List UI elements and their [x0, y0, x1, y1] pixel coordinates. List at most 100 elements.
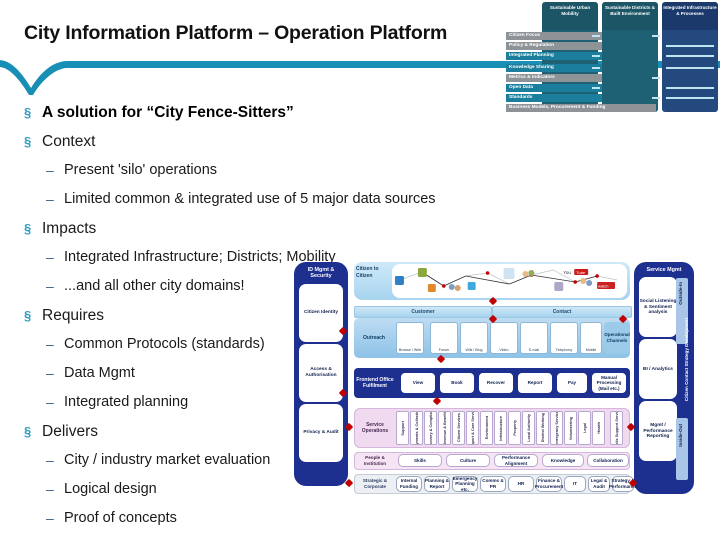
bullet-text: Proof of concepts [64, 510, 177, 526]
people-tile[interactable]: Skills [398, 454, 442, 467]
service-op-cell[interactable]: District Working [536, 411, 549, 445]
bullet-text: Context [42, 133, 96, 150]
bullet-text: Logical design [64, 481, 157, 497]
bullet-marker: – [46, 336, 54, 352]
frontoffice-tile[interactable]: View [400, 372, 436, 394]
strategic-tile[interactable]: Emergency Planning etc. [452, 476, 478, 492]
id-mgmt-security-column: ID Mgmt & Security Citizen Identity Acce… [294, 262, 348, 486]
matrix-column-header: Sustainable Urban Mobility [542, 2, 598, 30]
service-op-cell[interactable]: Health [592, 411, 605, 445]
matrix-row-label: Standards [506, 94, 602, 102]
outreach-tile[interactable]: Telephony [550, 322, 578, 354]
connector-dot [432, 396, 442, 406]
service-op-label: Property [512, 420, 517, 436]
outreach-tile[interactable]: Video [490, 322, 518, 354]
service-op-cell[interactable]: Revenue & Benefits [438, 411, 451, 445]
frontoffice-tile[interactable]: Pay [556, 372, 588, 394]
service-op-label: Revenue & Benefits [442, 411, 447, 445]
citizen-contact-strategy-label: Citizen Contact Strategy Development [684, 318, 689, 402]
strategic-tile[interactable]: Legal & Audit [588, 476, 610, 492]
service-op-label: Support & Care Services [470, 411, 475, 445]
social-listening-box: Social Listening & Sentiment analysis [639, 277, 677, 338]
bullet-marker: – [46, 510, 54, 526]
frontoffice-tile[interactable]: Book [439, 372, 475, 394]
bullet-text: Limited common & integrated use of 5 maj… [64, 191, 436, 207]
service-op-label: Local Authority [526, 414, 531, 442]
service-op-label: Infrastructure [498, 415, 503, 441]
bullet-marker: – [46, 249, 54, 265]
outreach-tile[interactable]: E-mail [520, 322, 548, 354]
service-op-label: Citizen Services [456, 413, 461, 443]
bullet-marker: § [24, 308, 32, 323]
service-op-cell[interactable]: Support [396, 411, 409, 445]
bullet-text: Delivers [42, 423, 98, 440]
service-op-label: Payments & Collections [414, 411, 419, 445]
matrix-tick [666, 67, 714, 69]
matrix-row-label: Open Data [506, 84, 602, 92]
citizen-to-citizen-band: Citizen to Citizen You Tube watch [354, 262, 630, 300]
service-op-cell[interactable]: Volunteering [564, 411, 577, 445]
service-op-cell[interactable]: Recovery & Compliance [424, 411, 437, 445]
service-op-label: Support [400, 420, 405, 436]
matrix-column-header: Integrated Infrastructure & Processes [662, 2, 718, 30]
matrix-tick [592, 35, 600, 37]
service-op-cell[interactable]: Legal [578, 411, 591, 445]
service-op-label: Volunteering [568, 416, 573, 440]
outreach-tile[interactable]: Mobile [580, 322, 602, 354]
strategic-tile[interactable]: Finance & Procurement [535, 476, 563, 492]
service-op-label: District Working [540, 413, 545, 443]
service-op-cell[interactable]: Public Support Services [610, 411, 623, 445]
people-tile[interactable]: Collaboration [587, 454, 629, 467]
matrix-tick [592, 87, 600, 89]
bullet-text: Common Protocols (standards) [64, 336, 265, 352]
strategic-tile[interactable]: HR [508, 476, 534, 492]
svg-text:You: You [563, 270, 571, 275]
people-tile[interactable]: Culture [446, 454, 490, 467]
service-op-cell[interactable]: Support & Care Services [466, 411, 479, 445]
service-op-cell[interactable]: Property [508, 411, 521, 445]
strategic-tile[interactable]: Comms & PR [480, 476, 506, 492]
service-op-cell[interactable]: Emergency Services [550, 411, 563, 445]
service-op-cell[interactable]: Environment [480, 411, 493, 445]
bullet-text: Present 'silo' operations [64, 162, 218, 178]
outreach-tile[interactable]: Wiki / Blog [460, 322, 488, 354]
service-op-cell[interactable]: Citizen Services [452, 411, 465, 445]
inside-out-label: Inside-Out [678, 424, 683, 447]
strategic-tile[interactable]: Internal Funding [396, 476, 422, 492]
matrix-column-body [602, 30, 658, 112]
outreach-tile[interactable]: Browse / Web [396, 322, 424, 354]
matrix-column-body [662, 30, 718, 112]
bullet-item: § A solution for “City Fence-Sitters” [24, 100, 524, 125]
bullet-text: Impacts [42, 220, 97, 237]
service-op-label: Emergency Services [554, 411, 559, 445]
privacy-audit-box: Privacy & Audit [299, 403, 343, 462]
matrix-tick [666, 55, 714, 57]
frontoffice-tile[interactable]: Report [517, 372, 553, 394]
bullet-marker: – [46, 162, 54, 178]
people-tile[interactable]: Knowledge [542, 454, 584, 467]
service-op-cell[interactable]: Payments & Collections [410, 411, 423, 445]
service-op-cell[interactable]: Local Authority [522, 411, 535, 445]
matrix-tick [652, 77, 660, 79]
bullet-marker: § [24, 134, 32, 149]
frontoffice-tile[interactable]: Manual Processing (Mail etc.) [591, 372, 627, 394]
access-authorisation-box: Access & Authorisation [299, 343, 343, 402]
matrix-row-label: Metrics & Indicators [506, 74, 602, 82]
strategic-tile[interactable]: IT [564, 476, 586, 492]
connector-dot [344, 478, 354, 488]
service-op-cell[interactable]: Infrastructure [494, 411, 507, 445]
bi-analytics-box: BI / Analytics [639, 339, 677, 400]
matrix-row-label: Citizen Focus [506, 32, 602, 40]
matrix-column-header: Sustainable Districts & Built Environmen… [602, 2, 658, 30]
outreach-tile[interactable]: Forum [430, 322, 458, 354]
bullet-item: – Proof of concepts [46, 506, 524, 531]
service-op-label: Public Support Services [614, 411, 619, 445]
bullet-item: § Context [24, 129, 524, 154]
bullet-marker: – [46, 452, 54, 468]
bullet-marker: § [24, 105, 32, 120]
strategic-tile[interactable]: Planning & Report [424, 476, 450, 492]
bullet-item: – Present 'silo' operations [46, 158, 524, 183]
people-tile[interactable]: Performance Alignment [494, 454, 538, 467]
bullet-marker: – [46, 278, 54, 294]
frontoffice-tile[interactable]: Recover [478, 372, 514, 394]
